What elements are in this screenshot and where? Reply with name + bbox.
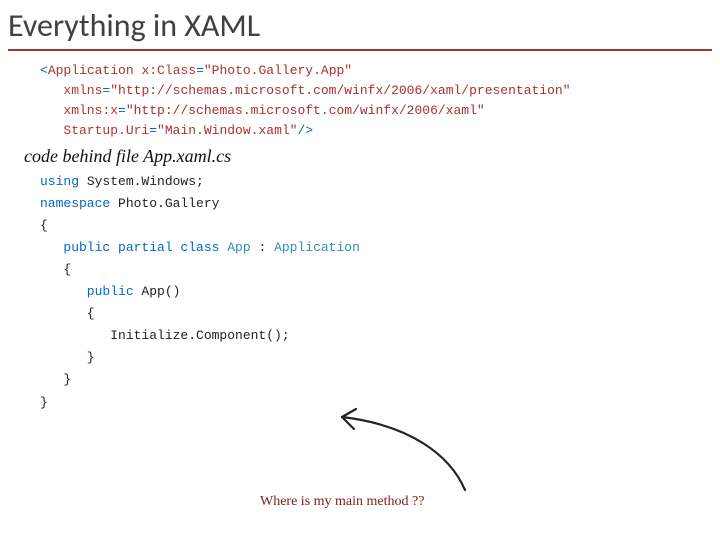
- slide-title: Everything in XAML: [0, 0, 720, 49]
- brace-open: {: [40, 306, 95, 321]
- xaml-attr-xclass: x:Class: [134, 63, 196, 78]
- cs-class-name: App: [219, 240, 250, 255]
- xaml-code-block: <Application x:Class="Photo.Gallery.App"…: [0, 61, 720, 142]
- xaml-close: />: [297, 123, 313, 138]
- xaml-attr-xmlnsx: xmlns:x: [63, 103, 118, 118]
- xaml-attr-xmlnsx-val: "http://schemas.microsoft.com/winfx/2006…: [126, 103, 485, 118]
- xaml-open-bracket: <: [40, 63, 48, 78]
- cs-using-kw: using: [40, 174, 79, 189]
- xaml-attr-xmlns: xmlns: [63, 83, 102, 98]
- xaml-attr-xclass-val: "Photo.Gallery.App": [204, 63, 352, 78]
- eq: =: [196, 63, 204, 78]
- colon: :: [251, 240, 274, 255]
- xaml-element: Application: [48, 63, 134, 78]
- cs-using-ns: System.Windows: [79, 174, 196, 189]
- cs-namespace-kw: namespace: [40, 196, 110, 211]
- eq: =: [149, 123, 157, 138]
- annotation-text: Where is my main method ??: [260, 494, 424, 510]
- cs-class-mods: public partial class: [40, 240, 219, 255]
- csharp-code-block: using System.Windows; namespace Photo.Ga…: [0, 171, 720, 414]
- brace-open: {: [40, 262, 71, 277]
- cs-ctor-mod: public: [40, 284, 134, 299]
- cs-init-call: Initialize.Component();: [40, 328, 290, 343]
- title-divider: [8, 49, 712, 51]
- brace-open: {: [40, 218, 48, 233]
- cs-base-class: Application: [274, 240, 360, 255]
- handwritten-label: code behind file App.xaml.cs: [0, 142, 720, 171]
- xaml-attr-xmlns-val: "http://schemas.microsoft.com/winfx/2006…: [110, 83, 570, 98]
- brace-close: }: [40, 395, 48, 410]
- brace-close: }: [40, 372, 71, 387]
- brace-close: }: [40, 350, 95, 365]
- cs-ctor-name: App(): [134, 284, 181, 299]
- semi: ;: [196, 174, 204, 189]
- cs-namespace-name: Photo.Gallery: [110, 196, 219, 211]
- xaml-attr-startupuri: Startup.Uri: [63, 123, 149, 138]
- eq: =: [118, 103, 126, 118]
- xaml-attr-startupuri-val: "Main.Window.xaml": [157, 123, 297, 138]
